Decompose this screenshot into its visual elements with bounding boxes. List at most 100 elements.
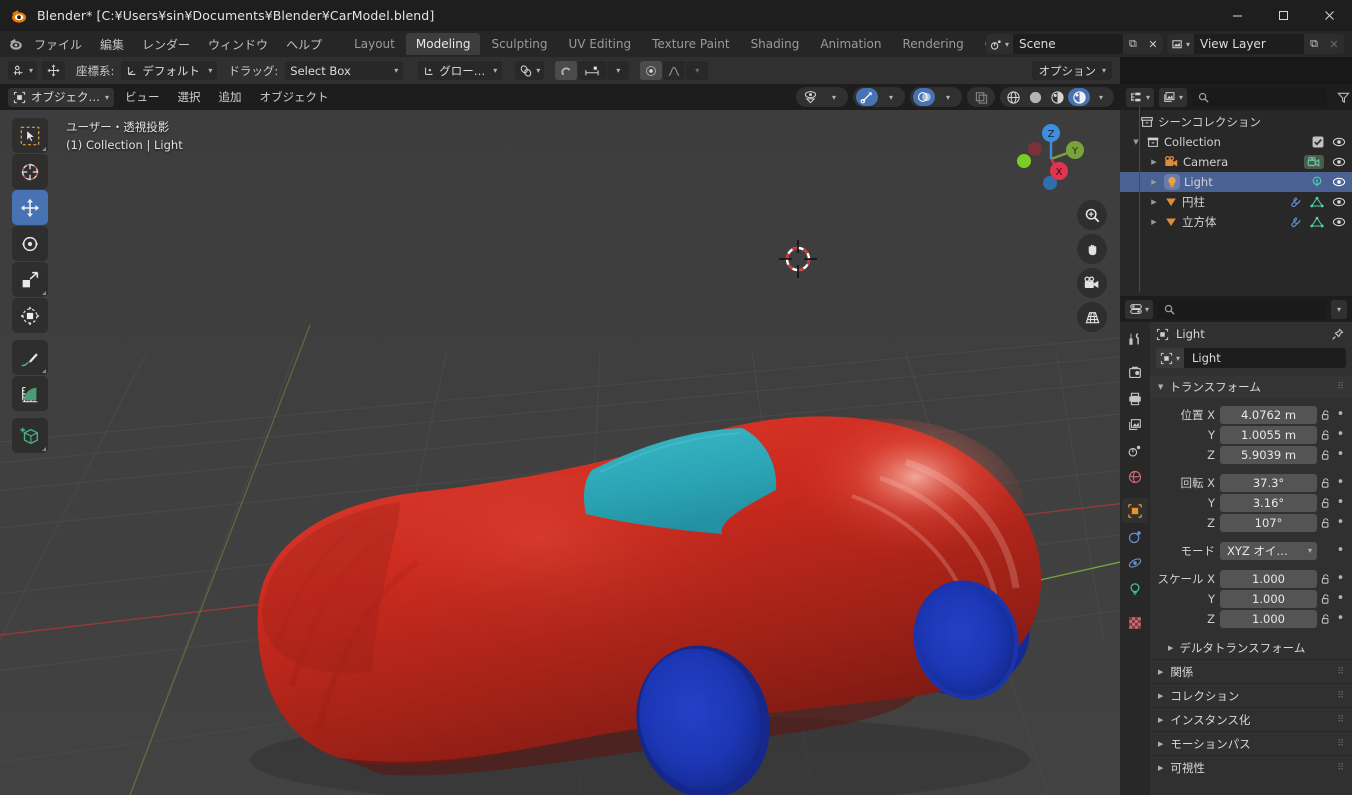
scene-new-button[interactable]: ⧉ <box>1122 34 1143 54</box>
move-tool[interactable] <box>12 190 48 225</box>
scene-browse-icon[interactable]: ▾ <box>985 34 1013 54</box>
tab-sculpting[interactable]: Sculpting <box>481 33 557 55</box>
cube-modifier-icon[interactable] <box>1288 216 1302 229</box>
scale-x-animate-dot[interactable]: • <box>1334 571 1347 586</box>
rotation-y-field[interactable]: 3.16° <box>1220 493 1317 512</box>
active-tool-icon[interactable]: ▾ <box>8 61 38 80</box>
tab-shading[interactable]: Shading <box>741 33 810 55</box>
material-preview-shading-icon[interactable] <box>1046 88 1068 106</box>
render-tab[interactable] <box>1122 360 1148 385</box>
instancing-section[interactable]: ▶ インスタンス化 ⠿ <box>1150 707 1352 731</box>
outliner-row-cube[interactable]: ▶ 立方体 <box>1120 212 1352 232</box>
view-layer-selector[interactable]: ▾ View Layer ⧉ ✕ <box>1166 34 1344 54</box>
location-x-animate-dot[interactable]: • <box>1334 407 1347 422</box>
scene-name[interactable]: Scene <box>1012 34 1123 54</box>
falloff-curve-icon[interactable] <box>663 61 686 80</box>
object-id-icon[interactable]: ▾ <box>1156 348 1185 368</box>
menu-render[interactable]: レンダー <box>134 33 198 56</box>
collections-section[interactable]: ▶ コレクション ⠿ <box>1150 683 1352 707</box>
visibility-chevron-down-icon[interactable]: ▾ <box>823 88 845 106</box>
location-z-animate-dot[interactable]: • <box>1334 447 1347 462</box>
scale-tool[interactable] <box>12 262 48 297</box>
scale-y-lock-icon[interactable] <box>1317 593 1334 605</box>
properties-search-input[interactable] <box>1158 299 1326 319</box>
delta-transform-panel-header[interactable]: ▶ デルタトランスフォーム <box>1150 637 1352 659</box>
view-layer-browse-icon[interactable]: ▾ <box>1166 34 1194 54</box>
relations-section[interactable]: ▶ 関係 ⠿ <box>1150 659 1352 683</box>
object-tab[interactable] <box>1122 498 1148 523</box>
menu-help[interactable]: ヘルプ <box>278 33 330 56</box>
orientation-dropdown[interactable]: デフォルト ▾ <box>121 61 218 80</box>
location-y-animate-dot[interactable]: • <box>1334 427 1347 442</box>
snap-chevron-down-icon[interactable]: ▾ <box>607 61 630 80</box>
scale-y-field[interactable]: 1.000 <box>1220 589 1317 608</box>
object-name-field[interactable]: Light <box>1184 348 1346 368</box>
light-data-icon[interactable] <box>1310 175 1324 189</box>
outliner-display-mode-button[interactable]: ▾ <box>1126 87 1155 107</box>
cube-expand-triangle-icon[interactable]: ▶ <box>1144 218 1164 226</box>
view-layer-name[interactable]: View Layer <box>1194 34 1304 54</box>
wireframe-shading-icon[interactable] <box>1002 88 1024 106</box>
rotation-y-animate-dot[interactable]: • <box>1334 495 1347 510</box>
location-x-field[interactable]: 4.0762 m <box>1220 405 1317 424</box>
3d-viewport[interactable]: ユーザー・透視投影 (1) Collection | Light Z Y X <box>0 110 1120 795</box>
camera-view-button[interactable] <box>1077 268 1107 298</box>
menu-file[interactable]: ファイル <box>26 33 90 56</box>
outliner-row-cylinder[interactable]: ▶ 円柱 <box>1120 192 1352 212</box>
cursor-tool[interactable] <box>12 154 48 189</box>
visibility-section[interactable]: ▶ 可視性 ⠿ <box>1150 755 1352 779</box>
camera-expand-triangle-icon[interactable]: ▶ <box>1144 158 1164 166</box>
snap-target-button[interactable]: ▾ <box>515 61 545 80</box>
rotation-x-lock-icon[interactable] <box>1317 477 1334 489</box>
navigation-gizmo[interactable]: Z Y X <box>1010 118 1092 200</box>
overlay-chevron-down-icon[interactable]: ▾ <box>937 88 959 106</box>
cylinder-mesh-data-icon[interactable] <box>1310 196 1324 209</box>
pan-view-button[interactable] <box>1077 234 1107 264</box>
outliner-row-camera[interactable]: ▶ Camera <box>1120 152 1352 172</box>
collection-visibility-eye-icon[interactable] <box>1332 136 1346 148</box>
viewport-menu-select[interactable]: 選択 <box>171 87 208 107</box>
cylinder-modifier-icon[interactable] <box>1288 196 1302 209</box>
minimize-button[interactable] <box>1214 0 1260 31</box>
view-layer-new-button[interactable]: ⧉ <box>1304 34 1324 54</box>
transform-tool[interactable] <box>12 298 48 333</box>
outliner-filter-id-button[interactable]: ▾ <box>1159 87 1188 107</box>
world-tab[interactable] <box>1122 464 1148 489</box>
tool-tab[interactable] <box>1122 326 1148 351</box>
toggle-perspective-button[interactable] <box>1077 302 1107 332</box>
properties-options-chevron-down-icon[interactable]: ▾ <box>1330 299 1347 319</box>
close-button[interactable] <box>1306 0 1352 31</box>
blender-menu-icon[interactable] <box>8 36 24 52</box>
transform-panel-header[interactable]: ▼ トランスフォーム ⠿ <box>1150 376 1352 398</box>
show-overlays-icon[interactable] <box>913 88 935 106</box>
camera-data-icon[interactable] <box>1304 155 1324 169</box>
show-gizmo-icon[interactable] <box>856 88 878 106</box>
rendered-shading-icon[interactable] <box>1068 88 1090 106</box>
rotation-x-field[interactable]: 37.3° <box>1220 473 1317 492</box>
cube-mesh-data-icon[interactable] <box>1310 216 1324 229</box>
cylinder-expand-triangle-icon[interactable]: ▶ <box>1144 198 1164 206</box>
rotation-x-animate-dot[interactable]: • <box>1334 475 1347 490</box>
rotation-mode-dropdown[interactable]: XYZ オイ… ▾ <box>1220 541 1317 560</box>
cube-visibility-eye-icon[interactable] <box>1332 216 1346 228</box>
collection-checkbox[interactable] <box>1312 136 1324 148</box>
viewport-menu-object[interactable]: オブジェクト <box>253 87 336 107</box>
camera-visibility-eye-icon[interactable] <box>1332 156 1346 168</box>
scene-unlink-button[interactable]: ✕ <box>1142 34 1163 54</box>
tab-texture-paint[interactable]: Texture Paint <box>642 33 739 55</box>
viewport-menu-add[interactable]: 追加 <box>212 87 249 107</box>
rotation-z-field[interactable]: 107° <box>1220 513 1317 532</box>
texture-tab[interactable] <box>1122 610 1148 635</box>
solid-shading-icon[interactable] <box>1024 88 1046 106</box>
outliner-scene-collection-row[interactable]: シーンコレクション <box>1120 112 1352 132</box>
menu-edit[interactable]: 編集 <box>92 33 132 56</box>
collection-expand-triangle-icon[interactable]: ▼ <box>1126 138 1146 146</box>
viewport-menu-view[interactable]: ビュー <box>118 87 167 107</box>
location-y-field[interactable]: 1.0055 m <box>1220 425 1317 444</box>
menu-window[interactable]: ウィンドウ <box>200 33 276 56</box>
scene-selector[interactable]: ▾ Scene ⧉ ✕ <box>985 34 1163 54</box>
cylinder-visibility-eye-icon[interactable] <box>1332 196 1346 208</box>
rotation-mode-animate-dot[interactable]: • <box>1334 543 1347 558</box>
outliner-search-input[interactable] <box>1192 87 1327 107</box>
view-layer-remove-button[interactable]: ✕ <box>1324 34 1344 54</box>
